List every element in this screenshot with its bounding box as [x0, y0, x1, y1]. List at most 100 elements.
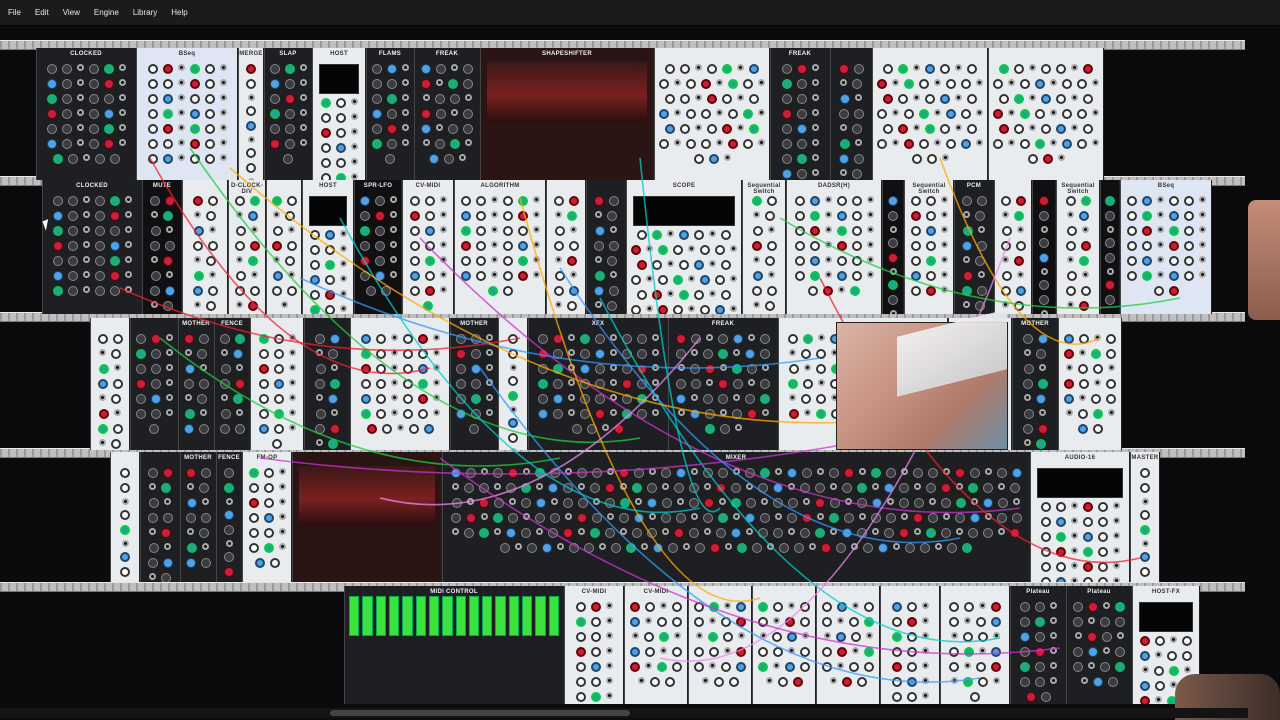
- jack-socket[interactable]: [1017, 226, 1024, 233]
- knob[interactable]: [1126, 256, 1137, 266]
- knob[interactable]: [891, 602, 902, 612]
- knob[interactable]: [1035, 139, 1045, 149]
- knob[interactable]: [949, 617, 959, 627]
- jack-socket[interactable]: [200, 409, 207, 416]
- knob[interactable]: [718, 349, 728, 359]
- knob[interactable]: [919, 139, 929, 149]
- knob[interactable]: [967, 124, 977, 134]
- knob[interactable]: [1041, 64, 1051, 74]
- jack-socket[interactable]: [1198, 241, 1206, 248]
- jack-socket[interactable]: [389, 271, 397, 278]
- knob[interactable]: [838, 154, 849, 164]
- knob[interactable]: [621, 349, 632, 359]
- jack-socket[interactable]: [816, 468, 824, 475]
- jack-socket[interactable]: [490, 211, 498, 218]
- knob[interactable]: [708, 154, 719, 164]
- knob[interactable]: [258, 379, 269, 389]
- jack-socket[interactable]: [1049, 617, 1057, 624]
- knob[interactable]: [828, 468, 839, 478]
- knob[interactable]: [162, 79, 173, 89]
- knob[interactable]: [1079, 379, 1089, 389]
- knob[interactable]: [366, 424, 377, 434]
- knob[interactable]: [1037, 379, 1048, 389]
- knob[interactable]: [149, 424, 159, 434]
- knob[interactable]: [1141, 211, 1152, 221]
- knob[interactable]: [796, 64, 807, 74]
- jack-socket[interactable]: [852, 602, 859, 609]
- knob[interactable]: [853, 154, 864, 164]
- jack-socket[interactable]: [202, 543, 209, 550]
- knob[interactable]: [787, 334, 798, 344]
- jack-socket[interactable]: [934, 109, 941, 116]
- jack-socket[interactable]: [768, 226, 775, 233]
- knob[interactable]: [1105, 280, 1115, 290]
- knob[interactable]: [1014, 124, 1024, 134]
- knob[interactable]: [621, 394, 632, 404]
- jack-socket[interactable]: [992, 632, 1000, 639]
- knob[interactable]: [183, 379, 194, 389]
- jack-socket[interactable]: [865, 632, 873, 639]
- jack-socket[interactable]: [432, 349, 440, 356]
- rack-module[interactable]: SCOPE: [626, 180, 742, 314]
- knob[interactable]: [502, 211, 513, 221]
- knob[interactable]: [838, 64, 849, 74]
- jack-socket[interactable]: [124, 256, 132, 263]
- knob[interactable]: [1082, 577, 1093, 582]
- knob[interactable]: [940, 64, 950, 74]
- knob[interactable]: [898, 94, 908, 104]
- knob[interactable]: [475, 226, 486, 236]
- knob[interactable]: [1106, 349, 1116, 359]
- knob[interactable]: [608, 241, 619, 251]
- jack-socket[interactable]: [761, 364, 769, 371]
- knob[interactable]: [194, 226, 204, 236]
- knob[interactable]: [537, 409, 548, 419]
- knob[interactable]: [162, 468, 173, 478]
- knob[interactable]: [575, 662, 586, 672]
- knob[interactable]: [794, 196, 805, 206]
- knob[interactable]: [1140, 696, 1150, 704]
- jack-socket[interactable]: [390, 394, 398, 401]
- knob[interactable]: [455, 409, 466, 419]
- knob[interactable]: [502, 241, 513, 251]
- knob[interactable]: [1000, 196, 1011, 206]
- jack-socket[interactable]: [674, 109, 681, 116]
- jack-socket[interactable]: [177, 124, 185, 131]
- knob[interactable]: [649, 677, 660, 687]
- fader[interactable]: [349, 596, 360, 636]
- knob[interactable]: [578, 498, 588, 508]
- knob[interactable]: [552, 364, 563, 374]
- knob[interactable]: [224, 552, 234, 562]
- knob[interactable]: [809, 241, 820, 251]
- knob[interactable]: [752, 543, 762, 553]
- knob[interactable]: [842, 483, 852, 493]
- menu-view[interactable]: View: [63, 8, 80, 17]
- knob[interactable]: [1040, 562, 1051, 572]
- knob[interactable]: [1183, 271, 1194, 281]
- rack-module[interactable]: [182, 180, 228, 314]
- knob[interactable]: [563, 528, 573, 538]
- knob[interactable]: [371, 139, 382, 149]
- knob[interactable]: [888, 280, 898, 290]
- jack-socket[interactable]: [118, 109, 126, 116]
- jack-socket[interactable]: [350, 128, 358, 135]
- knob[interactable]: [269, 558, 280, 568]
- jack-socket[interactable]: [1092, 79, 1099, 86]
- knob[interactable]: [605, 528, 615, 538]
- jack-socket[interactable]: [688, 275, 695, 282]
- knob[interactable]: [380, 286, 391, 296]
- knob[interactable]: [164, 286, 175, 296]
- jack-socket[interactable]: [124, 271, 132, 278]
- knob[interactable]: [906, 692, 917, 702]
- knob[interactable]: [849, 617, 859, 627]
- knob[interactable]: [658, 275, 668, 285]
- knob[interactable]: [1036, 439, 1046, 449]
- jack-socket[interactable]: [631, 632, 639, 639]
- knob[interactable]: [517, 271, 528, 281]
- jack-socket[interactable]: [1112, 547, 1120, 554]
- jack-socket[interactable]: [200, 364, 207, 371]
- knob[interactable]: [1168, 226, 1179, 236]
- knob[interactable]: [665, 64, 675, 74]
- jack-socket[interactable]: [753, 211, 760, 218]
- knob[interactable]: [906, 602, 917, 612]
- knob[interactable]: [630, 662, 640, 672]
